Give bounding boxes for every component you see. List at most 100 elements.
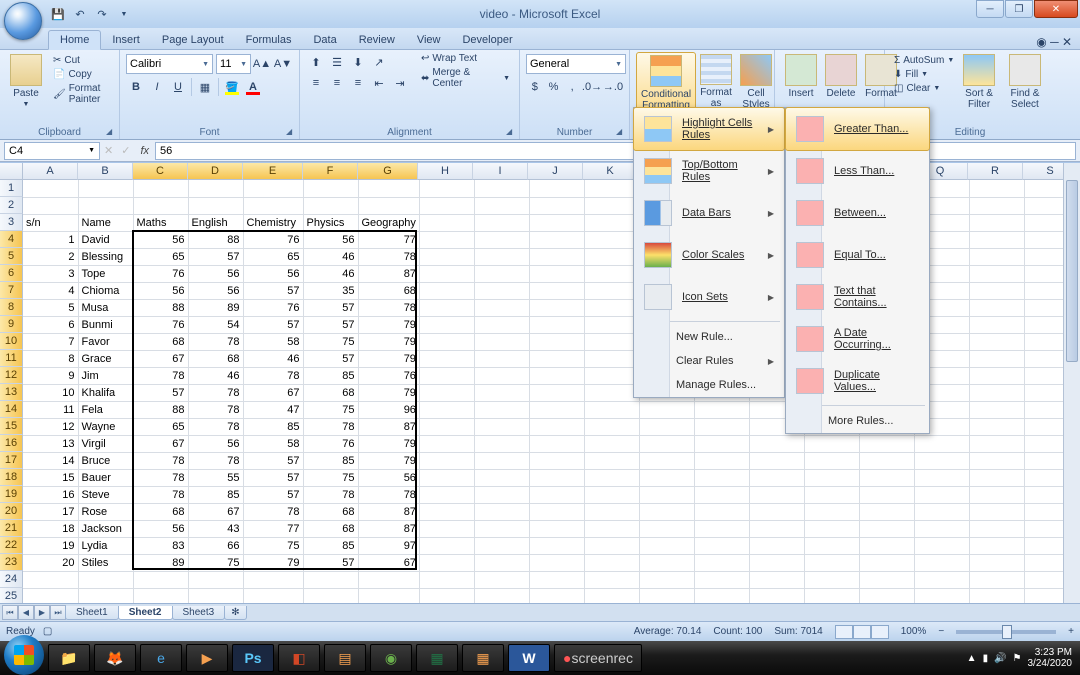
cell-C21[interactable]: 56 xyxy=(133,520,188,537)
cell-A11[interactable]: 8 xyxy=(23,350,78,367)
cell-D20[interactable]: 67 xyxy=(188,503,243,520)
cell-O24[interactable] xyxy=(804,571,859,588)
help-icon[interactable]: ◉ ─ ✕ xyxy=(1036,35,1072,49)
cell-K21[interactable] xyxy=(584,520,639,537)
cell-F14[interactable]: 75 xyxy=(303,401,358,418)
cell-A14[interactable]: 11 xyxy=(23,401,78,418)
cell-G13[interactable]: 79 xyxy=(358,384,419,401)
cell-P19[interactable] xyxy=(859,486,914,503)
col-header-R[interactable]: R xyxy=(968,163,1023,180)
cell-G9[interactable]: 79 xyxy=(358,316,419,333)
cell-L23[interactable] xyxy=(639,554,694,571)
cell-C11[interactable]: 67 xyxy=(133,350,188,367)
align-right-button[interactable]: ≡ xyxy=(348,73,368,93)
merge-center-button[interactable]: ⬌Merge & Center▼ xyxy=(418,66,513,90)
cell-F23[interactable]: 57 xyxy=(303,554,358,571)
cell-B21[interactable]: Jackson xyxy=(78,520,133,537)
cell-D6[interactable]: 56 xyxy=(188,265,243,282)
sort-filter-button[interactable]: Sort & Filter xyxy=(957,52,1001,122)
cell-I23[interactable] xyxy=(474,554,529,571)
cell-K19[interactable] xyxy=(584,486,639,503)
hl-greater-than-item[interactable]: Greater Than... xyxy=(785,107,930,151)
cell-N20[interactable] xyxy=(749,503,804,520)
shrink-font-button[interactable]: A▼ xyxy=(273,54,293,74)
cell-F9[interactable]: 57 xyxy=(303,316,358,333)
cell-G10[interactable]: 79 xyxy=(358,333,419,350)
formula-bar[interactable]: 56 xyxy=(155,142,1076,160)
cell-G18[interactable]: 56 xyxy=(358,469,419,486)
cell-A8[interactable]: 5 xyxy=(23,299,78,316)
cell-I17[interactable] xyxy=(474,452,529,469)
cell-P23[interactable] xyxy=(859,554,914,571)
cell-D12[interactable]: 46 xyxy=(188,367,243,384)
col-header-D[interactable]: D xyxy=(188,163,243,180)
cf-color-scalesitem[interactable]: Color Scales▶ xyxy=(634,234,784,276)
cell-K4[interactable] xyxy=(584,231,639,248)
cell-N24[interactable] xyxy=(749,571,804,588)
cell-R5[interactable] xyxy=(969,248,1024,265)
cell-E5[interactable]: 65 xyxy=(243,248,303,265)
row-header-2[interactable]: 2 xyxy=(0,197,23,214)
ribbon-tab-view[interactable]: View xyxy=(406,31,452,49)
cell-F6[interactable]: 46 xyxy=(303,265,358,282)
cell-I3[interactable] xyxy=(474,214,529,231)
cell-H21[interactable] xyxy=(419,520,474,537)
row-header-14[interactable]: 14 xyxy=(0,401,23,418)
cell-R14[interactable] xyxy=(969,401,1024,418)
cell-D7[interactable]: 56 xyxy=(188,282,243,299)
cell-N16[interactable] xyxy=(749,435,804,452)
cell-H24[interactable] xyxy=(419,571,474,588)
cell-D4[interactable]: 88 xyxy=(188,231,243,248)
cell-R11[interactable] xyxy=(969,350,1024,367)
cell-K18[interactable] xyxy=(584,469,639,486)
cell-M21[interactable] xyxy=(694,520,749,537)
clipboard-dialog-launcher[interactable]: ◢ xyxy=(106,127,116,137)
cf-icon-setsitem[interactable]: Icon Sets▶ xyxy=(634,276,784,318)
cell-A6[interactable]: 3 xyxy=(23,265,78,282)
cell-A1[interactable] xyxy=(23,180,78,197)
cell-K15[interactable] xyxy=(584,418,639,435)
cell-R16[interactable] xyxy=(969,435,1024,452)
cell-A5[interactable]: 2 xyxy=(23,248,78,265)
cell-K24[interactable] xyxy=(584,571,639,588)
cell-C18[interactable]: 78 xyxy=(133,469,188,486)
cell-A2[interactable] xyxy=(23,197,78,214)
font-name-combo[interactable]: Calibri▼ xyxy=(126,54,213,74)
cell-Q24[interactable] xyxy=(914,571,969,588)
col-header-I[interactable]: I xyxy=(473,163,528,180)
cell-J10[interactable] xyxy=(529,333,584,350)
cell-I22[interactable] xyxy=(474,537,529,554)
cell-A4[interactable]: 1 xyxy=(23,231,78,248)
cell-K2[interactable] xyxy=(584,197,639,214)
zoom-in-button[interactable]: + xyxy=(1068,626,1074,637)
cell-R9[interactable] xyxy=(969,316,1024,333)
cell-C24[interactable] xyxy=(133,571,188,588)
cell-B7[interactable]: Chioma xyxy=(78,282,133,299)
align-left-button[interactable]: ≡ xyxy=(306,73,326,93)
minimize-button[interactable]: ─ xyxy=(976,0,1004,18)
cell-D13[interactable]: 78 xyxy=(188,384,243,401)
cell-D17[interactable]: 78 xyxy=(188,452,243,469)
cell-J16[interactable] xyxy=(529,435,584,452)
row-header-3[interactable]: 3 xyxy=(0,214,23,231)
cell-F10[interactable]: 75 xyxy=(303,333,358,350)
cell-J23[interactable] xyxy=(529,554,584,571)
cf-highlight-cells-rulesitem[interactable]: Highlight Cells Rules▶ xyxy=(633,107,785,151)
start-button[interactable] xyxy=(4,635,44,675)
cell-J7[interactable] xyxy=(529,282,584,299)
cell-H6[interactable] xyxy=(419,265,474,282)
cell-B15[interactable]: Wayne xyxy=(78,418,133,435)
cell-R17[interactable] xyxy=(969,452,1024,469)
cell-N17[interactable] xyxy=(749,452,804,469)
taskbar-word[interactable]: W xyxy=(508,644,550,672)
comma-button[interactable]: , xyxy=(563,77,581,97)
cell-P20[interactable] xyxy=(859,503,914,520)
row-header-22[interactable]: 22 xyxy=(0,537,23,554)
cell-R7[interactable] xyxy=(969,282,1024,299)
cell-C5[interactable]: 65 xyxy=(133,248,188,265)
row-header-4[interactable]: 4 xyxy=(0,231,23,248)
cell-N22[interactable] xyxy=(749,537,804,554)
cell-R10[interactable] xyxy=(969,333,1024,350)
tray-flag-icon[interactable]: ⚑ xyxy=(1013,653,1022,664)
cell-A13[interactable]: 10 xyxy=(23,384,78,401)
